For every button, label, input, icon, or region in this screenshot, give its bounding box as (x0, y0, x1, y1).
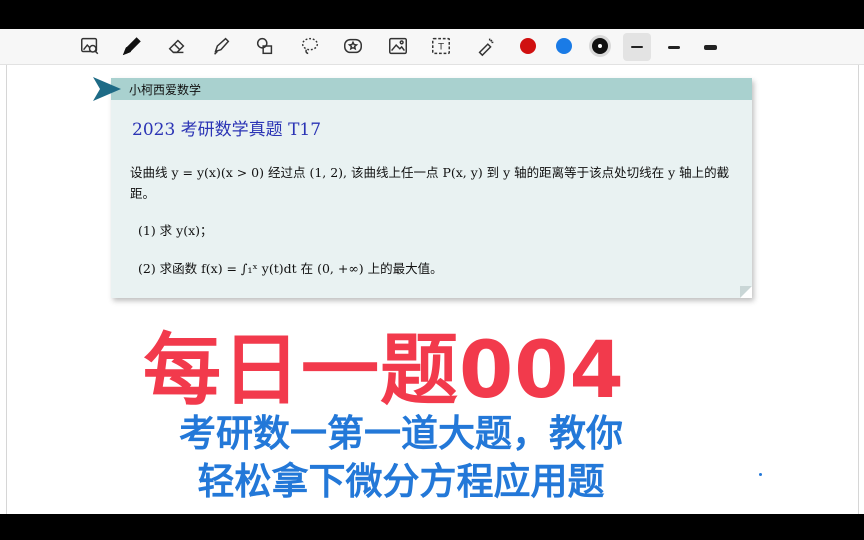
text-box-icon[interactable]: T (428, 33, 454, 59)
check-icon (598, 44, 602, 48)
color-black-swatch[interactable] (592, 38, 608, 54)
stroke-width-thin-button[interactable] (623, 33, 651, 61)
card-brand: 小柯西爱数学 (129, 83, 202, 97)
lasso-icon[interactable] (297, 33, 323, 59)
problem-part-2: (2) 求函数 f(x) = ∫₁ˣ y(t)dt 在 (0, +∞) 上的最大… (138, 261, 443, 276)
overlay-subtitle-line-2: 轻松拿下微分方程应用题 (197, 460, 605, 503)
problem-part-1: (1) 求 y(x)； (138, 223, 213, 238)
laser-pointer-icon[interactable] (473, 33, 499, 59)
image-icon[interactable] (385, 33, 411, 59)
card-title: 2023 考研数学真题 T17 (132, 120, 322, 140)
note-canvas[interactable]: 小柯西爱数学 2023 考研数学真题 T17 设曲线 y = y(x)(x > … (0, 65, 864, 514)
sticker-icon[interactable] (340, 33, 366, 59)
stray-dot (759, 473, 762, 476)
problem-text: 设曲线 y = y(x)(x > 0) 经过点 (1, 2), 该曲线上任一点 … (130, 165, 730, 201)
right-margin-line (858, 65, 859, 514)
color-red-swatch[interactable] (520, 38, 536, 54)
drawing-toolbar: T (0, 29, 864, 65)
highlighter-icon[interactable] (208, 33, 234, 59)
pen-icon[interactable] (119, 33, 145, 59)
problem-card: 小柯西爱数学 2023 考研数学真题 T17 设曲线 y = y(x)(x > … (93, 77, 752, 298)
stroke-width-medium-button[interactable] (660, 33, 688, 61)
color-blue-swatch[interactable] (556, 38, 572, 54)
notes-app: T 小柯西爱数学 2023 考研数学真题 T17 设曲线 y = y(x)(x … (0, 29, 864, 514)
page-curl (740, 286, 752, 298)
eraser-icon[interactable] (164, 33, 190, 59)
top-letterbox (0, 0, 864, 29)
bottom-letterbox (0, 514, 864, 540)
overlay-subtitle-line-1: 考研数一第一道大题，教你 (179, 412, 623, 455)
image-search-icon[interactable] (77, 33, 103, 59)
stroke-width-thick-button[interactable] (696, 33, 724, 61)
left-margin-line (6, 65, 7, 514)
card-header: 小柯西爱数学 (93, 77, 752, 101)
arrow-marker-icon (93, 77, 121, 101)
shapes-icon[interactable] (252, 33, 278, 59)
text-tool-letter: T (437, 42, 444, 53)
